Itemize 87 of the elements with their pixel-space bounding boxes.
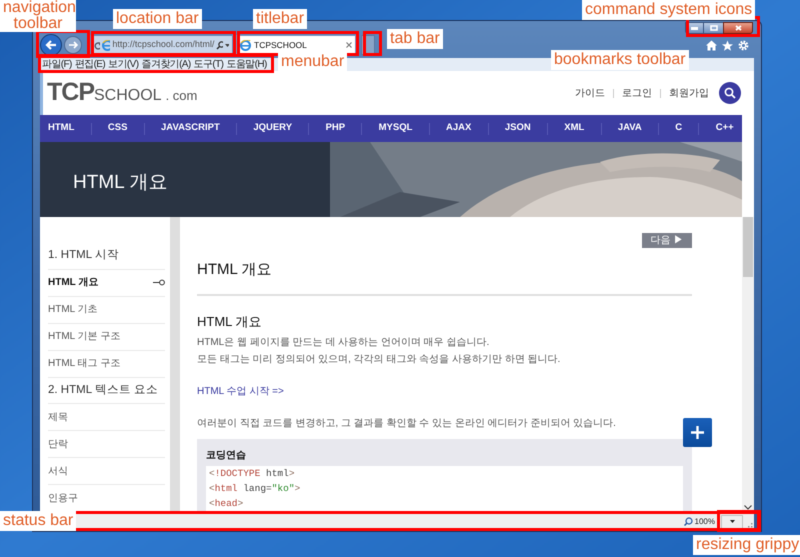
annotation-label: status bar	[0, 511, 76, 531]
close-button[interactable]	[723, 22, 753, 34]
resize-grip-icon[interactable]	[745, 521, 753, 529]
sidebar-item[interactable]: 2. HTML 텍스트 요소	[48, 378, 165, 404]
section-title: HTML 개요	[197, 312, 263, 330]
header-link[interactable]: 로그인	[622, 86, 652, 100]
sidebar-item[interactable]: HTML 기본 구조	[48, 324, 165, 351]
search-button[interactable]	[719, 82, 741, 104]
sidebar-item[interactable]: 제목	[48, 404, 165, 432]
site-logo[interactable]: TCPSCHOOL . com	[47, 74, 198, 112]
back-button[interactable]	[40, 34, 62, 56]
scroll-down-icon[interactable]	[744, 505, 752, 510]
annotation-label: command system icons	[582, 0, 756, 20]
nav-link[interactable]: JAVA	[618, 121, 642, 136]
menu-item[interactable]: 도움말(H)	[226, 58, 267, 70]
close-tab-icon[interactable]	[346, 42, 352, 48]
menu-item[interactable]: 편집(E)	[74, 58, 106, 70]
refresh-icon[interactable]	[94, 40, 100, 50]
scrollbar[interactable]	[742, 217, 754, 512]
nav-link[interactable]: AJAX	[446, 121, 472, 136]
maximize-button[interactable]	[704, 22, 723, 34]
code-line: <!DOCTYPE html>	[209, 467, 296, 481]
nav-link[interactable]: JQUERY	[253, 121, 292, 136]
scrollbar-thumb[interactable]	[743, 217, 753, 277]
search-icon[interactable]	[216, 40, 224, 50]
code-line: <head>	[209, 497, 244, 511]
zoom-level[interactable]: 100%	[694, 516, 715, 528]
editor-note: 여러분이 직접 코드를 변경하고, 그 결과를 확인할 수 있는 온라인 에디터가 준비되어 있습니다.	[197, 417, 617, 431]
menu-item[interactable]: 보기(V)	[108, 58, 138, 70]
add-button[interactable]	[683, 418, 712, 447]
sidebar-item[interactable]: HTML 기초	[48, 296, 165, 324]
settings-icon[interactable]	[738, 40, 749, 51]
forward-arrow-icon	[68, 41, 78, 49]
page-title: HTML 개요	[197, 260, 272, 280]
star-icon[interactable]	[722, 40, 733, 51]
body-text: HTML은 웹 페이지를 만드는 데 사용하는 언어이며 매우 쉽습니다.	[197, 336, 490, 350]
nav-link[interactable]: HTML	[48, 121, 74, 136]
nav-link[interactable]: XML	[564, 121, 584, 136]
nav-link[interactable]: MYSQL	[378, 121, 412, 136]
next-button[interactable]: 다음 ▶	[642, 233, 692, 248]
annotation-frame	[363, 31, 382, 56]
code-area[interactable]: <!DOCTYPE html> <html lang="ko"> <head>	[206, 466, 683, 512]
maximize-icon	[710, 25, 718, 31]
nav-link[interactable]: PHP	[326, 121, 346, 136]
hero-title: HTML 개요	[73, 171, 168, 195]
sidebar-item[interactable]: HTML 개요	[48, 270, 165, 297]
close-icon	[734, 25, 742, 31]
body-text: 모든 태그는 미리 정의되어 있으며, 각각의 태그와 속성을 사용하기만 하면 됩니다.	[197, 353, 562, 367]
lesson-link[interactable]: HTML 수업 시작 =>	[197, 384, 692, 399]
annotation-label: menubar	[278, 52, 348, 72]
annotation-label: tab bar	[387, 29, 443, 49]
nav-link[interactable]: JAVASCRIPT	[161, 121, 220, 136]
caret-icon	[730, 520, 734, 523]
nav-link[interactable]: CSS	[108, 121, 128, 136]
annotation-label: titlebar	[253, 9, 308, 29]
forward-button[interactable]	[64, 36, 82, 54]
sidebar-item[interactable]: 단락	[48, 431, 165, 458]
annotation-label: resizing grippy	[693, 535, 800, 555]
search-icon	[724, 87, 736, 99]
sidebar-item[interactable]: HTML 태그 구조	[48, 350, 165, 378]
header-link[interactable]: 회원가입	[669, 86, 709, 100]
annotation-label: location bar	[113, 9, 202, 29]
pin-icon	[153, 279, 165, 286]
dropdown-caret-icon[interactable]	[225, 44, 229, 46]
plus-icon	[691, 426, 704, 439]
menu-item[interactable]: 도구(T)	[194, 58, 224, 70]
browser-icon	[102, 40, 110, 50]
annotation-label: bookmarks toolbar	[551, 50, 689, 70]
zoom-dropdown-button[interactable]	[721, 514, 743, 528]
nav-link[interactable]: C++	[716, 121, 734, 136]
back-arrow-icon	[45, 40, 57, 50]
minimize-icon	[691, 26, 698, 30]
sidebar-item[interactable]: 서식	[48, 458, 165, 486]
address-text: http://tcpschool.com/html/	[112, 38, 214, 52]
sidebar-item[interactable]: 1. HTML 시작	[48, 243, 165, 270]
practice-title: 코딩연습	[206, 449, 247, 463]
header-link[interactable]: 가이드	[575, 86, 605, 100]
nav-link[interactable]: C	[675, 121, 682, 136]
browser-icon	[240, 40, 251, 50]
annotation-label: navigation toolbar	[0, 0, 76, 32]
nav-link[interactable]: JSON	[504, 121, 531, 136]
code-line: <html lang="ko">	[209, 482, 302, 496]
home-icon[interactable]	[706, 40, 717, 51]
tab-title: TCPSCHOOL	[254, 38, 307, 52]
menu-item[interactable]: 파일(F)	[42, 58, 72, 70]
zoom-icon[interactable]	[684, 517, 693, 526]
menu-item[interactable]: 즐겨찾기(A)	[141, 58, 191, 70]
